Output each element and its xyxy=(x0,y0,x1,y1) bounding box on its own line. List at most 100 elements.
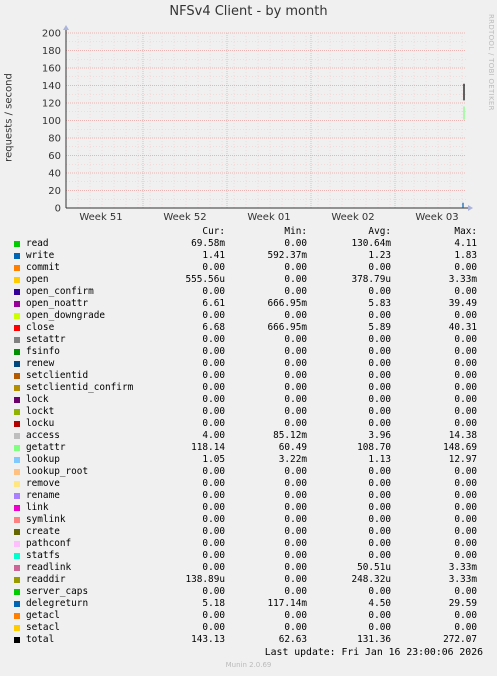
legend-avg: 0.00 xyxy=(368,334,391,345)
legend-name: readdir xyxy=(26,574,66,585)
legend-avg: 1.23 xyxy=(368,250,391,261)
legend-name: setclientid xyxy=(26,370,89,381)
legend-name: link xyxy=(26,502,49,513)
header-avg: Avg: xyxy=(368,226,391,237)
legend-max: 3.33m xyxy=(448,574,477,585)
legend-avg: 50.51u xyxy=(357,562,391,573)
legend-row-lookup_root: lookup_root 0.00 0.00 0.00 0.00 xyxy=(0,466,497,478)
legend-avg: 0.00 xyxy=(368,346,391,357)
legend-name: renew xyxy=(26,358,55,369)
legend-swatch xyxy=(14,349,20,355)
legend-name: remove xyxy=(26,478,60,489)
legend-swatch xyxy=(14,361,20,367)
legend-avg: 0.00 xyxy=(368,610,391,621)
legend-name: commit xyxy=(26,262,60,273)
legend-min: 0.00 xyxy=(284,562,307,573)
header-min: Min: xyxy=(284,226,307,237)
legend-name: getattr xyxy=(26,442,66,453)
legend-avg: 4.50 xyxy=(368,598,391,609)
legend-row-open_downgrade: open_downgrade 0.00 0.00 0.00 0.00 xyxy=(0,310,497,322)
legend-min: 592.37m xyxy=(267,250,307,261)
y-tick-label: 20 xyxy=(48,186,61,197)
legend-avg: 5.89 xyxy=(368,322,391,333)
legend-max: 3.33m xyxy=(448,274,477,285)
legend-avg: 0.00 xyxy=(368,262,391,273)
legend-row-lockt: lockt 0.00 0.00 0.00 0.00 xyxy=(0,406,497,418)
legend-min: 0.00 xyxy=(284,310,307,321)
header-max: Max: xyxy=(454,226,477,237)
legend-name: setattr xyxy=(26,334,66,345)
legend-swatch xyxy=(14,637,20,643)
legend-row-lock: lock 0.00 0.00 0.00 0.00 xyxy=(0,394,497,406)
legend-name: access xyxy=(26,430,60,441)
legend-avg: 0.00 xyxy=(368,478,391,489)
legend-max: 0.00 xyxy=(454,370,477,381)
legend-avg: 0.00 xyxy=(368,502,391,513)
legend-row-getattr: getattr 118.14 60.49 108.70 148.69 xyxy=(0,442,497,454)
legend-min: 0.00 xyxy=(284,370,307,381)
legend-swatch xyxy=(14,529,20,535)
legend-name: statfs xyxy=(26,550,60,561)
legend-avg: 0.00 xyxy=(368,514,391,525)
legend-swatch xyxy=(14,337,20,343)
legend-cur: 118.14 xyxy=(191,442,225,453)
legend-cur: 0.00 xyxy=(202,610,225,621)
legend-swatch xyxy=(14,433,20,439)
legend-row-access: access 4.00 85.12m 3.96 14.38 xyxy=(0,430,497,442)
legend-min: 0.00 xyxy=(284,478,307,489)
legend-min: 0.00 xyxy=(284,406,307,417)
legend-min: 0.00 xyxy=(284,490,307,501)
chart-grid xyxy=(66,32,466,208)
legend-row-rename: rename 0.00 0.00 0.00 0.00 xyxy=(0,490,497,502)
legend-cur: 0.00 xyxy=(202,586,225,597)
legend-min: 62.63 xyxy=(278,634,307,645)
legend-swatch xyxy=(14,445,20,451)
legend-max: 1.83 xyxy=(454,250,477,261)
legend-row-getacl: getacl 0.00 0.00 0.00 0.00 xyxy=(0,610,497,622)
legend-name: lockt xyxy=(26,406,55,417)
legend-avg: 0.00 xyxy=(368,418,391,429)
legend-header: Cur: Min: Avg: Max: xyxy=(0,226,497,238)
y-tick-label: 140 xyxy=(42,81,61,92)
x-axis-arrow xyxy=(468,205,473,211)
y-tick-label: 0 xyxy=(55,204,61,215)
legend-swatch xyxy=(14,577,20,583)
legend-swatch xyxy=(14,493,20,499)
legend-avg: 130.64m xyxy=(351,238,391,249)
legend-name: close xyxy=(26,322,55,333)
legend-row-close: close 6.68 666.95m 5.89 40.31 xyxy=(0,322,497,334)
legend-avg: 378.79u xyxy=(351,274,391,285)
legend-row-fsinfo: fsinfo 0.00 0.00 0.00 0.00 xyxy=(0,346,497,358)
legend-cur: 0.00 xyxy=(202,382,225,393)
legend-row-write: write 1.41 592.37m 1.23 1.83 xyxy=(0,250,497,262)
legend-max: 0.00 xyxy=(454,262,477,273)
legend-max: 12.97 xyxy=(448,454,477,465)
legend-min: 666.95m xyxy=(267,298,307,309)
x-tick-label: Week 51 xyxy=(79,212,122,223)
legend-cur: 69.58m xyxy=(191,238,225,249)
y-tick-label: 200 xyxy=(42,29,61,40)
legend-cur: 0.00 xyxy=(202,310,225,321)
legend-name: open_confirm xyxy=(26,286,94,297)
legend-cur: 6.61 xyxy=(202,298,225,309)
legend-row-pathconf: pathconf 0.00 0.00 0.00 0.00 xyxy=(0,538,497,550)
legend-row-setacl: setacl 0.00 0.00 0.00 0.00 xyxy=(0,622,497,634)
legend-max: 0.00 xyxy=(454,358,477,369)
legend-swatch xyxy=(14,301,20,307)
legend-name: setclientid_confirm xyxy=(26,382,134,393)
legend-cur: 0.00 xyxy=(202,514,225,525)
legend-avg: 0.00 xyxy=(368,358,391,369)
legend-min: 3.22m xyxy=(278,454,307,465)
legend-cur: 0.00 xyxy=(202,502,225,513)
legend-swatch xyxy=(14,277,20,283)
legend-cur: 0.00 xyxy=(202,550,225,561)
legend-max: 0.00 xyxy=(454,394,477,405)
chart-plot: 0 20 40 60 80 100 120 140 160 180 200 Week 51 Week 5… xyxy=(42,25,473,223)
legend-avg: 248.32u xyxy=(351,574,391,585)
legend-row-read: read 69.58m 0.00 130.64m 4.11 xyxy=(0,238,497,250)
legend-min: 0.00 xyxy=(284,382,307,393)
y-tick-label: 80 xyxy=(48,134,61,145)
legend-min: 0.00 xyxy=(284,346,307,357)
y-tick-label: 40 xyxy=(48,169,61,180)
legend-avg: 0.00 xyxy=(368,382,391,393)
